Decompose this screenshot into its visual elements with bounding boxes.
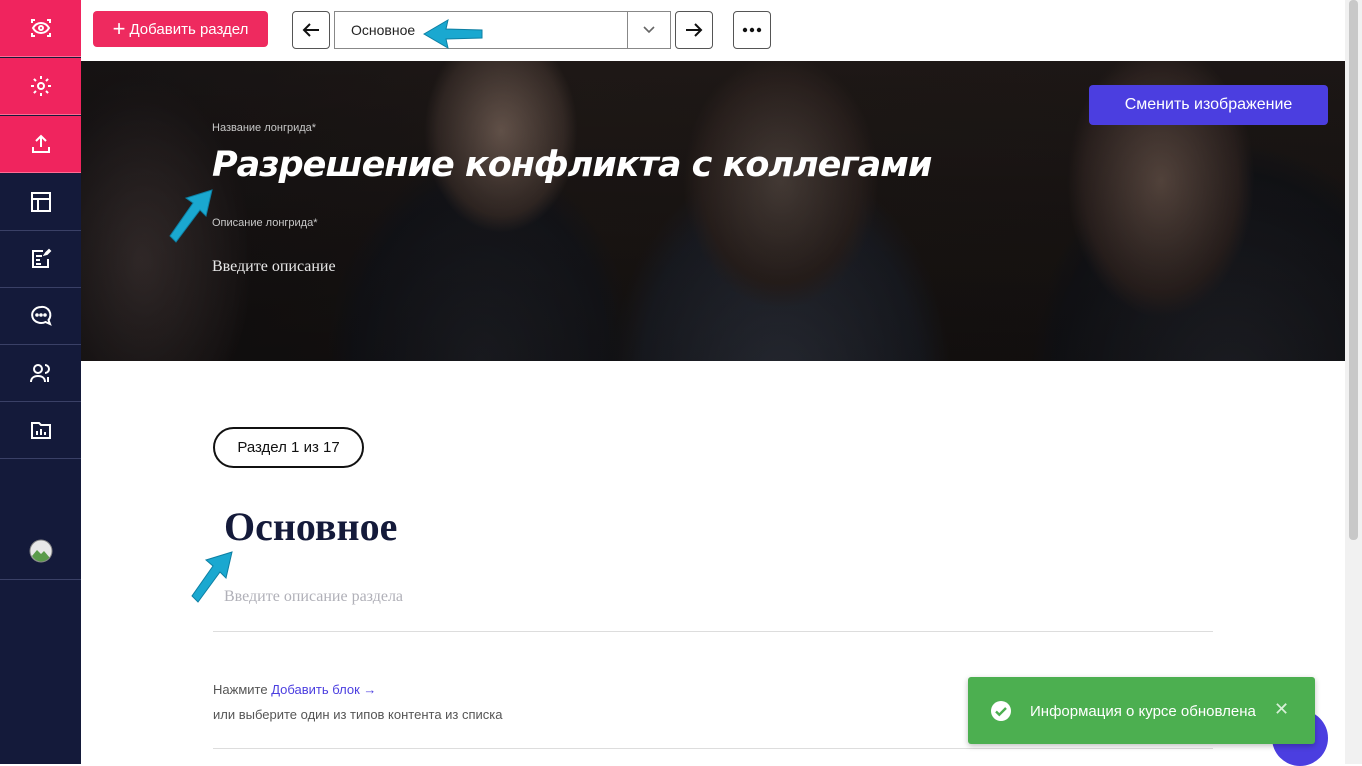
layout-icon [30,192,51,212]
content-types-hint: или выберите один из типов контента из с… [213,707,503,722]
more-dots-icon [742,27,762,33]
structure-button[interactable] [0,174,81,231]
chevron-down-icon[interactable] [627,12,670,48]
toast-message: Информация о курсе обновлена [1030,703,1256,720]
sidebar [0,0,81,764]
divider [213,631,1213,632]
annotation-arrow-icon [423,18,483,50]
arrow-left-icon [302,23,319,37]
divider [213,748,1213,749]
profile-button[interactable] [0,523,81,580]
report-icon [30,422,51,439]
section-counter-badge: Раздел 1 из 17 [213,427,364,468]
close-icon[interactable]: ✕ [1274,699,1289,720]
publish-button[interactable] [0,116,81,173]
users-icon [29,364,50,383]
more-options-button[interactable] [733,11,771,49]
check-circle-icon [991,701,1011,721]
chat-icon [30,305,52,326]
longread-description-input[interactable]: Введите описание [212,258,336,276]
gear-icon [30,76,51,96]
title-label: Название лонгрида* [212,122,317,134]
reports-button[interactable] [0,402,81,459]
settings-button[interactable] [0,58,81,115]
add-section-button[interactable]: + Добавить раздел [93,11,268,47]
toast-notification: Информация о курсе обновлена ✕ [968,677,1315,744]
next-section-button[interactable] [675,11,713,49]
eye-scan-icon [30,19,51,37]
description-label: Описание лонгрида* [212,217,318,229]
plus-icon: + [112,16,126,41]
toolbar: + Добавить раздел Основное [81,0,1345,60]
longread-title[interactable]: Разрешение конфликта с коллегами [212,145,932,185]
prev-section-button[interactable] [292,11,330,49]
section-title[interactable]: Основное [224,503,397,550]
section-select-value: Основное [351,22,416,38]
annotation-arrow-icon [191,551,233,603]
tasks-button[interactable] [0,231,81,288]
preview-button[interactable] [0,0,81,57]
scrollbar-thumb[interactable] [1349,0,1358,540]
participants-button[interactable] [0,345,81,402]
section-description-input[interactable]: Введите описание раздела [224,588,403,606]
add-block-hint: Нажмите Добавить блок → [213,682,377,697]
section-select[interactable]: Основное [334,11,671,49]
edit-list-icon [31,248,51,268]
change-image-button[interactable]: Сменить изображение [1089,85,1328,125]
arrow-right-icon [686,23,703,37]
annotation-arrow-icon [169,189,213,243]
longread-cover: Название лонгрида* Разрешение конфликта … [81,61,1345,361]
comments-button[interactable] [0,288,81,345]
add-block-link[interactable]: Добавить блок → [271,682,376,697]
upload-icon [31,134,50,153]
avatar [29,539,52,563]
